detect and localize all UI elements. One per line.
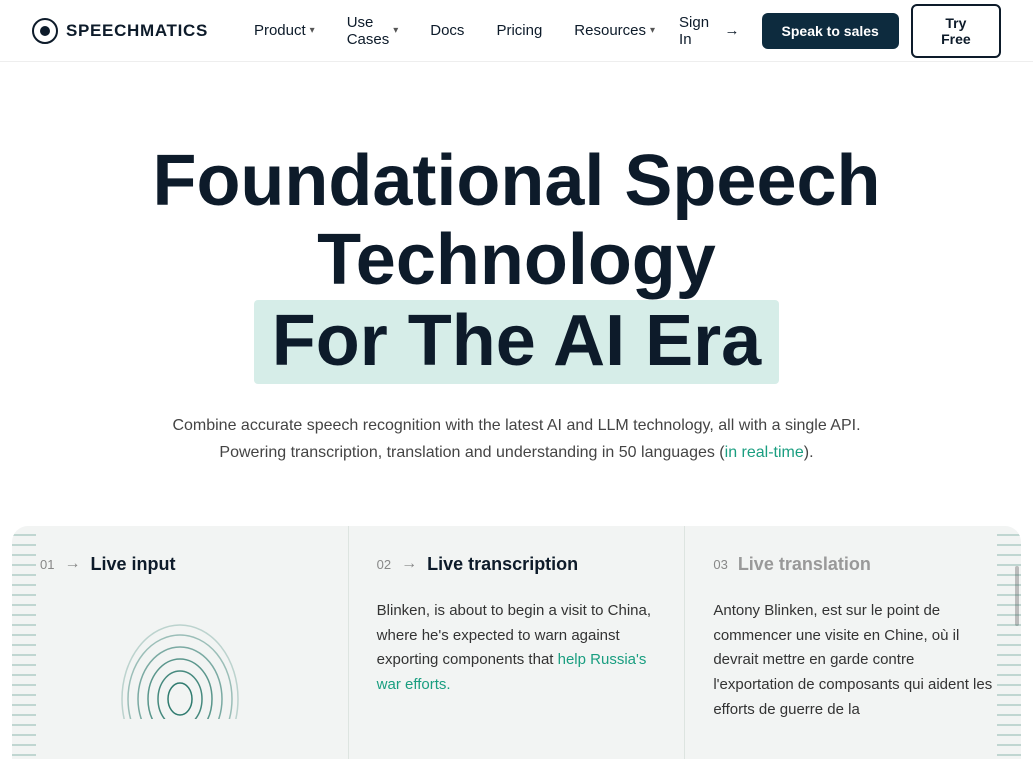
try-free-button[interactable]: Try Free bbox=[911, 4, 1001, 58]
demo-col-live-input: 01 → Live input bbox=[12, 526, 349, 759]
demo-section: 01 → Live input 02 → bbox=[12, 526, 1021, 759]
arrow-icon-2: → bbox=[401, 555, 417, 573]
col-num-3: 03 bbox=[713, 557, 727, 572]
logo-text: SPEECHMATICS bbox=[66, 21, 208, 41]
hero-title-line2: For The AI Era bbox=[254, 300, 779, 383]
chevron-down-icon: ▾ bbox=[650, 25, 655, 36]
hero-title-line1: Foundational Speech Technology bbox=[40, 142, 993, 300]
chevron-down-icon: ▾ bbox=[393, 25, 398, 36]
scrollbar[interactable] bbox=[1013, 526, 1021, 759]
nav-item-docs[interactable]: Docs bbox=[416, 16, 478, 45]
col-title-3: Live translation bbox=[738, 554, 871, 575]
transcription-highlight: help Russia's war efforts. bbox=[377, 651, 647, 693]
live-input-visual bbox=[40, 599, 320, 739]
nav-item-resources[interactable]: Resources ▾ bbox=[560, 16, 669, 45]
nav-item-usecases[interactable]: Use Cases ▾ bbox=[333, 8, 413, 54]
nav-right: Sign In → Speak to sales Try Free bbox=[669, 4, 1001, 58]
nav-item-pricing[interactable]: Pricing bbox=[482, 16, 556, 45]
col-title-1: Live input bbox=[90, 554, 175, 575]
realtime-link[interactable]: in real-time bbox=[725, 444, 804, 461]
waveform-icon bbox=[120, 619, 240, 719]
demo-columns: 01 → Live input 02 → bbox=[12, 526, 1021, 759]
logo-icon bbox=[32, 18, 58, 44]
navbar: SPEECHMATICS Product ▾ Use Cases ▾ Docs … bbox=[0, 0, 1033, 62]
transcription-text: Blinken, is about to begin a visit to Ch… bbox=[377, 599, 657, 698]
demo-col-translation: 03 Live translation Antony Blinken, est … bbox=[685, 526, 1021, 759]
col-num-2: 02 bbox=[377, 557, 391, 572]
hero-title: Foundational Speech Technology For The A… bbox=[40, 142, 993, 384]
hero-section: Foundational Speech Technology For The A… bbox=[0, 62, 1033, 526]
arrow-icon-1: → bbox=[64, 555, 80, 573]
logo[interactable]: SPEECHMATICS bbox=[32, 18, 208, 44]
chevron-down-icon: ▾ bbox=[310, 25, 315, 36]
hero-subtitle: Combine accurate speech recognition with… bbox=[167, 412, 867, 466]
nav-item-product[interactable]: Product ▾ bbox=[240, 16, 329, 45]
translation-text: Antony Blinken, est sur le point de comm… bbox=[713, 599, 993, 723]
scrollbar-thumb bbox=[1015, 566, 1019, 626]
nav-links: Product ▾ Use Cases ▾ Docs Pricing Resou… bbox=[240, 8, 669, 54]
col-title-2: Live transcription bbox=[427, 554, 578, 575]
demo-col-transcription: 02 → Live transcription Blinken, is abou… bbox=[349, 526, 686, 759]
arrow-right-icon: → bbox=[725, 22, 740, 39]
speak-to-sales-button[interactable]: Speak to sales bbox=[762, 13, 899, 49]
sign-in-button[interactable]: Sign In → bbox=[669, 8, 750, 54]
col-num-1: 01 bbox=[40, 557, 54, 572]
